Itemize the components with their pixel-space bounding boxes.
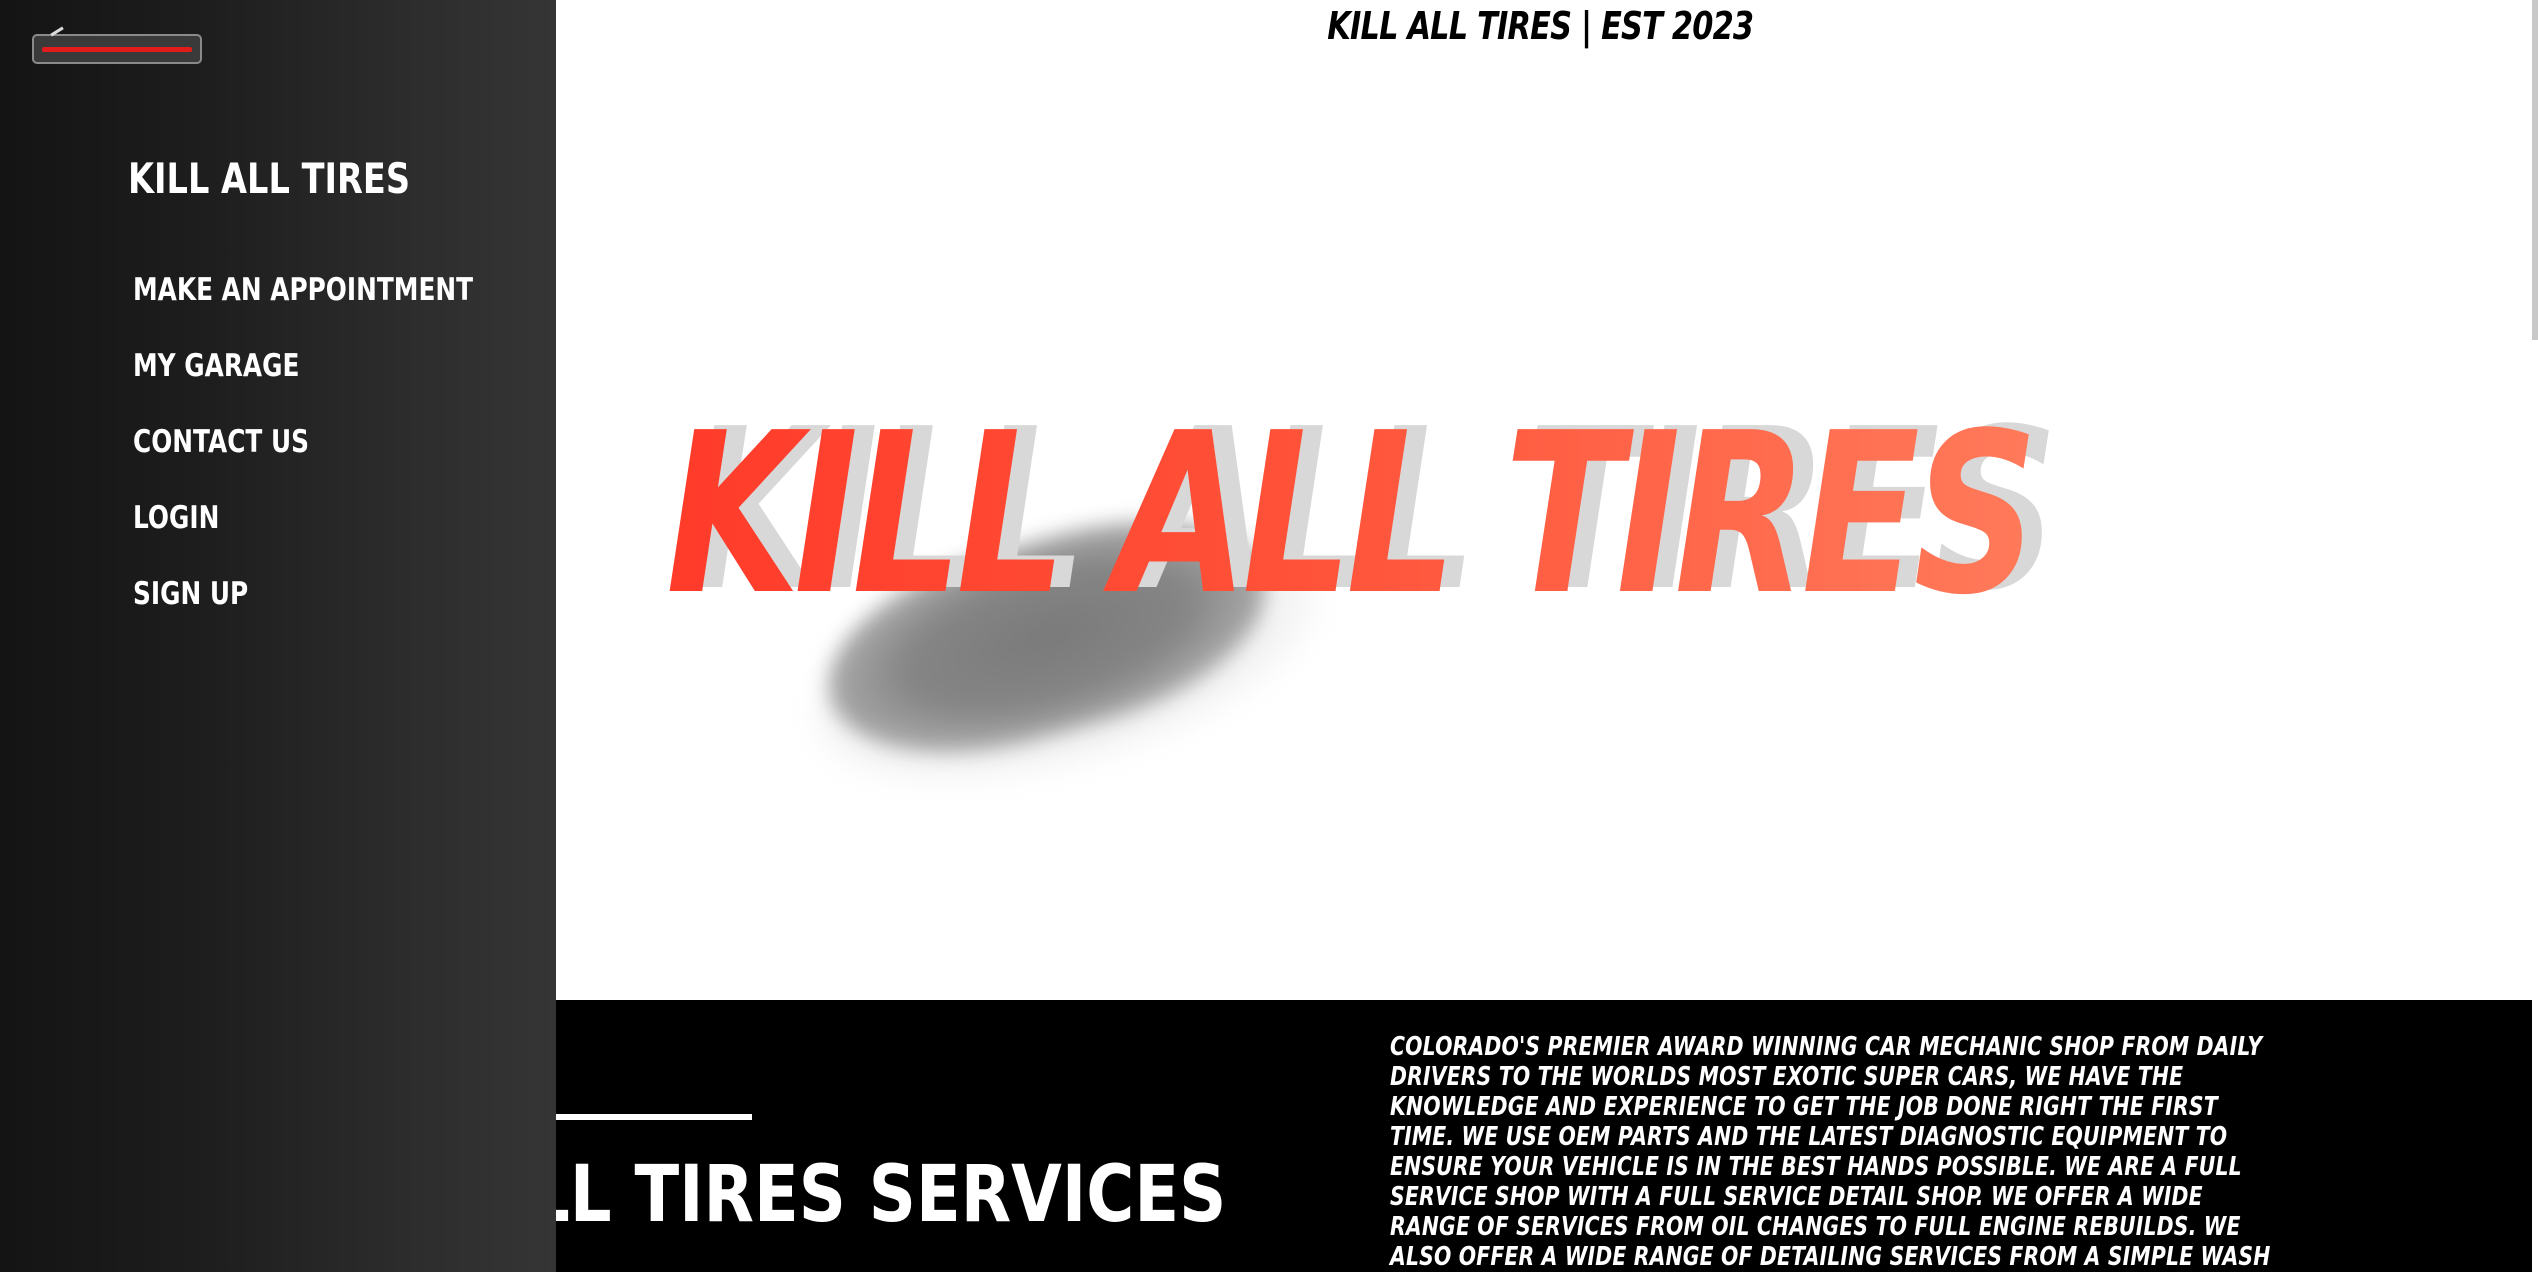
sidebar-menu: KILL ALL TIRES MAKE AN APPOINTMENT MY GA…: [0, 0, 556, 1272]
services-section: KILL ALL TIRES SERVICES COLORADO'S PREMI…: [556, 1000, 2532, 1272]
hamburger-close-icon: [42, 47, 192, 52]
site-header: KILL ALL TIRES | EST 2023: [556, 0, 2524, 52]
page-scrollbar[interactable]: [2532, 0, 2538, 340]
section-divider: [556, 1114, 752, 1120]
sidebar-brand[interactable]: KILL ALL TIRES: [128, 154, 410, 203]
hero-title: KILL ALL TIRES: [666, 386, 2038, 644]
sidebar-item-sign-up[interactable]: SIGN UP: [133, 576, 473, 652]
sidebar-nav: MAKE AN APPOINTMENT MY GARAGE CONTACT US…: [133, 272, 558, 652]
about-description: COLORADO'S PREMIER AWARD WINNING CAR MEC…: [1390, 1032, 2271, 1272]
sidebar-item-my-garage[interactable]: MY GARAGE: [133, 348, 473, 424]
menu-toggle-button[interactable]: [32, 34, 202, 64]
hero-section: KILL ALL TIRES KILL ALL TIRES: [556, 52, 2524, 1000]
header-title: KILL ALL TIRES | EST 2023: [1326, 4, 1754, 48]
sidebar-item-make-appointment[interactable]: MAKE AN APPOINTMENT: [133, 272, 473, 348]
services-title: KILL ALL TIRES SERVICES: [556, 1150, 1227, 1240]
sidebar-item-contact-us[interactable]: CONTACT US: [133, 424, 473, 500]
sidebar-item-login[interactable]: LOGIN: [133, 500, 473, 576]
